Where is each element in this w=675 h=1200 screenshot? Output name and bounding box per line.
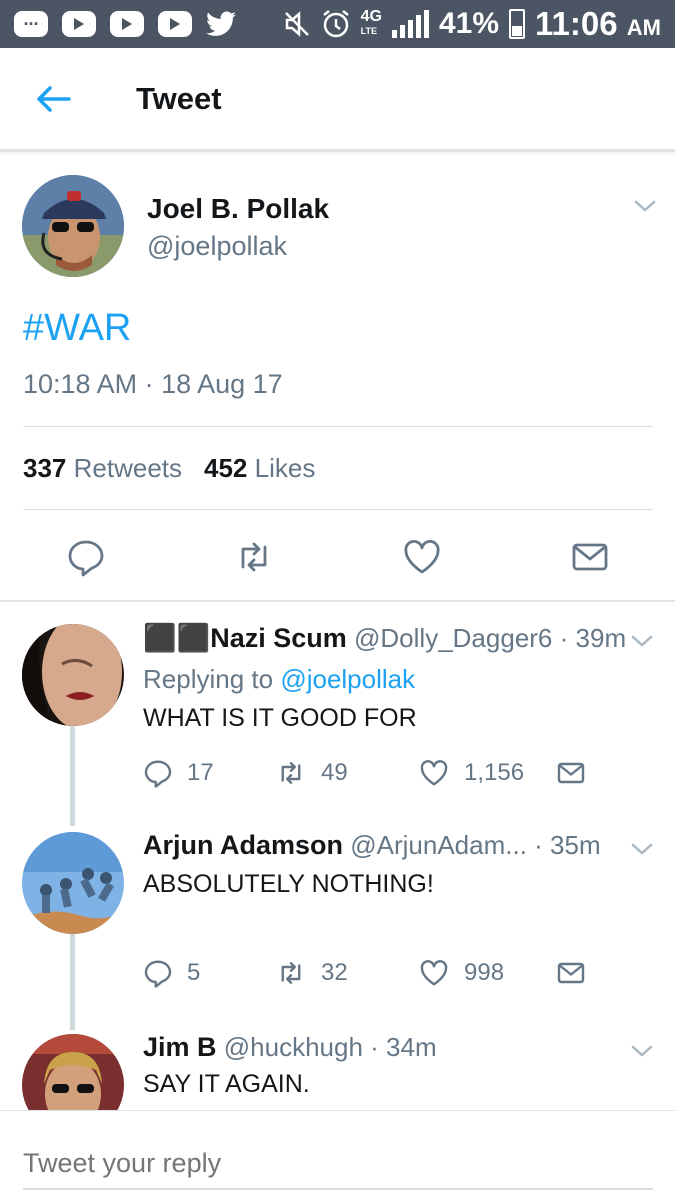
retweets-stat[interactable]: 337 Retweets: [23, 453, 182, 484]
retweet-icon[interactable]: [234, 537, 274, 577]
page-title: Tweet: [136, 80, 222, 116]
reply-time: · 35m: [534, 830, 601, 860]
input-underline: [23, 1188, 653, 1190]
retweet-icon: [281, 962, 301, 984]
avatar[interactable]: [22, 624, 124, 726]
tweet-text[interactable]: #WAR: [23, 307, 131, 350]
reply-author-name[interactable]: Arjun Adamson: [143, 830, 343, 860]
like-button[interactable]: 998: [418, 958, 504, 988]
reply-time: · 39m: [559, 623, 627, 653]
mention-link[interactable]: @joelpollak: [280, 664, 415, 694]
reply-input[interactable]: [23, 1141, 653, 1185]
direct-message-icon[interactable]: [570, 537, 610, 577]
chevron-down-icon[interactable]: [627, 834, 657, 864]
network-indicator: 4G LTE: [360, 8, 382, 37]
reply-header: ⬛⬛Nazi Scum @Dolly_Dagger6 · 39m: [143, 622, 626, 654]
mute-icon: [284, 11, 309, 37]
reply-author-name[interactable]: Jim B: [143, 1032, 217, 1062]
like-button[interactable]: 1,156: [418, 758, 524, 788]
chevron-down-icon[interactable]: [630, 191, 660, 221]
reply-actions: 5 32 998: [143, 958, 603, 990]
divider: [23, 426, 653, 427]
reply-icon: [144, 960, 172, 988]
youtube-icon: [62, 11, 96, 37]
tweet-stats: 337 Retweets 452 Likes: [23, 453, 315, 484]
reply-icon[interactable]: [66, 537, 106, 577]
tweet-actions: [0, 537, 675, 599]
likes-stat[interactable]: 452 Likes: [204, 453, 315, 484]
avatar[interactable]: [22, 175, 124, 277]
author-handle[interactable]: @joelpollak: [147, 231, 287, 262]
battery-percent: 41%: [438, 7, 500, 40]
section-divider: [0, 600, 675, 602]
chevron-down-icon[interactable]: [627, 1036, 657, 1066]
youtube-icon: [110, 11, 144, 37]
reply-author-handle[interactable]: @Dolly_Dagger6: [354, 623, 552, 653]
reply-actions: 17 49 1,156: [143, 758, 603, 790]
retweet-icon: [281, 762, 301, 784]
alarm-icon: [322, 10, 349, 38]
direct-message-icon[interactable]: [555, 758, 587, 788]
replying-to: Replying to @joelpollak: [143, 664, 416, 694]
like-heart-icon[interactable]: [402, 537, 442, 577]
avatar[interactable]: [22, 1034, 124, 1110]
back-button[interactable]: [0, 47, 106, 151]
battery-icon: [509, 9, 526, 39]
thread-line: [70, 726, 75, 826]
retweet-button[interactable]: 32: [275, 958, 348, 988]
twitter-bird-icon: [206, 11, 236, 36]
more-notifications-icon: ···: [14, 11, 48, 37]
signal-icon: [391, 10, 429, 38]
app-header: Tweet: [0, 48, 675, 152]
reply-header: Jim B @huckhugh · 34m: [143, 1032, 437, 1063]
reply-tweet[interactable]: Jim B @huckhugh · 34m SAY IT AGAIN.: [0, 1030, 675, 1110]
back-arrow-icon: [37, 85, 71, 112]
tweet-timestamp: 10:18 AM · 18 Aug 17: [23, 369, 283, 399]
reply-button[interactable]: 5: [143, 958, 200, 988]
reply-button[interactable]: 17: [143, 758, 214, 788]
reply-text: ABSOLUTELY NOTHING!: [143, 870, 434, 898]
divider: [23, 509, 653, 510]
reply-author-name[interactable]: ⬛⬛Nazi Scum: [143, 623, 347, 653]
retweet-button[interactable]: 49: [275, 758, 348, 788]
thread-line: [70, 934, 75, 1030]
status-bar: ··· 4G LTE 41% 11:06 AM: [0, 0, 675, 48]
chevron-down-icon[interactable]: [627, 626, 657, 656]
reply-composer: [0, 1110, 675, 1200]
reply-author-handle[interactable]: @ArjunAdam...: [350, 830, 527, 860]
avatar[interactable]: [22, 832, 124, 934]
author-name[interactable]: Joel B. Pollak: [147, 193, 329, 225]
reply-text: SAY IT AGAIN.: [143, 1070, 310, 1098]
reply-time: · 34m: [370, 1032, 437, 1062]
reply-author-handle[interactable]: @huckhugh: [224, 1032, 363, 1062]
reply-header: Arjun Adamson @ArjunAdam... · 35m: [143, 830, 601, 861]
like-heart-icon: [420, 960, 448, 986]
youtube-icon: [158, 11, 192, 37]
reply-icon: [144, 760, 172, 788]
reply-text: WHAT IS IT GOOD FOR: [143, 704, 417, 732]
direct-message-icon[interactable]: [555, 958, 587, 988]
clock: 11:06 AM: [535, 5, 661, 42]
like-heart-icon: [420, 760, 448, 786]
